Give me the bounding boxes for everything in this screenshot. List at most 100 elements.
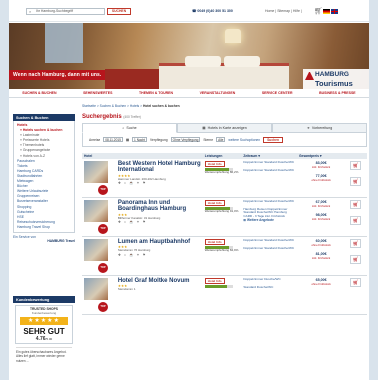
arrival-date-input[interactable]: 08.11.2015 <box>103 137 123 142</box>
price-entry: 81,00€ inkl. Frühstück <box>299 252 343 260</box>
phone-text: 0049 (0)40 300 51 300 <box>197 9 233 13</box>
search-filters: Anreise 08.11.2015 ▦ 1 Nacht Verpflegung… <box>82 133 367 147</box>
recommendation-rate: Weiterempfehlung 91,0% <box>204 209 239 213</box>
room-offer[interactable]: Doppelzimmer Standard Dusche/WC <box>243 246 295 251</box>
top-links[interactable]: Home | Sitemap | Hilfe | <box>265 9 302 13</box>
book-cell: 🛒︎ 🛒︎ <box>345 236 367 276</box>
hotel-image-cell: TOP <box>82 159 116 198</box>
trusted-shops-badge[interactable]: TRUSTED SHOPS Kundenbewertung ★★★★★ SEHR… <box>15 305 73 344</box>
hotel-rating-cell: Hotel Info <box>202 275 242 315</box>
table-row: TOP Panorama Inn und Boardinghaus Hambur… <box>82 197 367 237</box>
tab[interactable]: ⌕ Suche <box>82 123 177 133</box>
room-cell: Doppelzimmer Standard Dusche/WC Doppelzi… <box>241 236 297 276</box>
hotel-info-button[interactable]: Hotel Info <box>204 161 225 167</box>
rating-score: 4.76/5.00 <box>16 336 72 342</box>
sidebar-footer: Ein Service von HAMBURG Travel <box>13 235 75 243</box>
price-entry: 83,00€ inkl. Frühstück <box>299 161 343 169</box>
map-icon: ▦ <box>202 126 206 130</box>
book-cell: 🛒︎ 🛒︎ <box>345 197 367 237</box>
book-cell: 🛒︎ <box>345 275 367 315</box>
board-label: Verpflegung <box>150 137 168 142</box>
add-to-cart-icon[interactable]: 🛒︎ <box>350 239 362 248</box>
hotel-info-button[interactable]: Hotel Info <box>204 239 225 245</box>
hero-banner: Wenn nach Hamburg, dann mit uns. HAMBURG… <box>9 23 369 89</box>
hero-bed-throw <box>105 69 165 89</box>
table-row: TOP Lumen am Hauptbahnhof ★★★ Steindamm … <box>82 236 367 276</box>
room-offer[interactable]: Hamburg Reisen Doppelzimmer Standard Dus… <box>243 207 295 219</box>
hotel-image-cell: TOP <box>82 197 116 237</box>
hero-window <box>45 23 83 63</box>
nights-select[interactable]: 1 Nacht <box>132 137 148 142</box>
english-flag-icon[interactable] <box>331 9 338 14</box>
hotel-info-button[interactable]: Hotel Info <box>204 200 225 206</box>
room-offer[interactable]: Doppelzimmer Standard Dusche/WC <box>243 199 295 204</box>
add-to-cart-icon[interactable]: 🛒︎ <box>350 255 362 264</box>
price-entry: 77,00€ ohne Frühstück <box>299 174 343 182</box>
tab[interactable]: ▦ Hotels in Karte anzeigen <box>177 123 272 133</box>
hotel-photo[interactable] <box>84 200 108 222</box>
add-to-cart-icon[interactable]: 🛒︎ <box>350 278 362 287</box>
nav-item[interactable]: THEMEN & TOUREN <box>139 91 173 95</box>
german-flag-icon[interactable] <box>323 9 330 14</box>
hotel-name[interactable]: Lumen am Hauptbahnhof <box>118 239 201 245</box>
hotel-name[interactable]: Hotel Graf Moltke Novum <box>118 278 201 284</box>
recommendation-rate: Weiterempfehlung 84,9% <box>204 248 239 252</box>
hotel-name[interactable]: Best Western Hotel Hamburg International <box>118 161 201 174</box>
hotel-photo[interactable] <box>84 278 108 300</box>
sidebar-footer-logo[interactable]: HAMBURG Travel <box>13 239 75 243</box>
search-submit-button[interactable]: Suchen <box>263 136 284 143</box>
nav-item[interactable]: SUCHEN & BUCHEN <box>22 91 56 95</box>
add-to-cart-icon[interactable]: 🛒︎ <box>350 177 362 186</box>
room-offer[interactable]: Standard Dusche/WC <box>243 285 295 290</box>
arrival-label: Anreise <box>89 137 101 142</box>
search-button[interactable]: SUCHEN <box>107 8 131 15</box>
add-to-cart-icon[interactable]: 🛒︎ <box>350 216 362 225</box>
breadcrumb-path[interactable]: Startseite > Suchen & Buchen > Hotels > <box>82 104 142 108</box>
hotel-name[interactable]: Panorama Inn und Boardinghaus Hamburg <box>118 200 201 213</box>
language-flags <box>323 9 338 14</box>
add-to-cart-icon[interactable]: 🛒︎ <box>350 161 362 170</box>
page-title-text: Suchergebnis <box>82 114 122 120</box>
sidebar-item[interactable]: Hamburg Travel Shop <box>17 225 71 230</box>
trust-subtitle: Kundenbewertung <box>31 311 57 315</box>
cart-icon[interactable]: 🛒︎ <box>314 7 323 15</box>
more-options-link[interactable]: weitere Suchoptionen <box>228 138 260 142</box>
room-offer[interactable]: Doppelzimmer Standard Dusche/WC <box>243 168 295 173</box>
phone-icon: ☎ <box>192 9 197 13</box>
hotel-photo[interactable] <box>84 161 108 183</box>
price-cell: 60,00€ ohne Frühstück 81,00€ inkl. Frühstü… <box>296 236 346 276</box>
hotel-image-cell: TOP <box>82 275 116 315</box>
nav-item[interactable]: SEHENSWERTES <box>83 91 112 95</box>
rating-bar-fill <box>204 285 228 288</box>
hotel-rating-cell: Hotel Info Weiterempfehlung 91,0% <box>202 197 242 237</box>
hotel-photo[interactable] <box>84 239 108 261</box>
sidebar-title: Suchen & Buchen <box>13 114 75 121</box>
tab[interactable]: ➜ Vorbereitung <box>272 123 367 133</box>
result-tabs: ⌕ Suche ▦ Hotels in Karte anzeigen ➜ Vorberei… <box>82 123 367 133</box>
results-table: Hotel Leistungen Zeitraum ▾ Gesamtpreis ▾ T… <box>82 153 367 315</box>
table-row: TOP Best Western Hotel Hamburg Internati… <box>82 159 367 198</box>
nav-item[interactable]: BUSINESS & PRESSE <box>319 91 356 95</box>
amenity-icons: ✚ ⌂ ☕ ✦ ⚑ <box>117 220 147 225</box>
add-to-cart-icon[interactable]: 🛒︎ <box>350 200 362 209</box>
calendar-icon[interactable]: ▦ <box>126 138 129 142</box>
hotel-info-button[interactable]: Hotel Info <box>204 278 225 284</box>
rating-bar <box>204 285 233 288</box>
price-entry: 67,00€ inkl. Frühstück <box>299 200 343 208</box>
nav-item[interactable]: VERANSTALTUNGEN <box>200 91 236 95</box>
search-input[interactable]: ⌕ Ihr Hamburg-Suchbegriff <box>26 8 105 15</box>
room-offer[interactable]: Doppelzimmer Standard Dusche/WC <box>243 238 295 243</box>
brand-logo[interactable]: HAMBURG Tourismus <box>303 69 369 89</box>
amenity-icons: ✚ ⌂ ☕ ✦ ⚑ <box>117 253 147 258</box>
more-offers-link[interactable]: ⊞ Weitere Angebote <box>243 218 295 222</box>
hero-pillow <box>185 56 221 67</box>
room-offer[interactable]: Doppelzimmer Standard Dusche/WC <box>243 160 295 165</box>
hotel-address: Steindamm 1 <box>117 287 136 292</box>
nav-item[interactable]: SERVICE CENTER <box>262 91 293 95</box>
stars-select[interactable]: Alle <box>216 137 226 142</box>
tab-label: Hotels in Karte anzeigen <box>207 126 247 130</box>
price-cell: 83,00€ inkl. Frühstück 77,00€ ohne Frühstü… <box>296 159 346 198</box>
brand-line2: Tourismus <box>315 79 353 88</box>
board-select[interactable]: Ohne Verpflegung <box>170 137 201 142</box>
hotel-info-cell: Panorama Inn und Boardinghaus Hamburg ★★… <box>115 197 203 237</box>
